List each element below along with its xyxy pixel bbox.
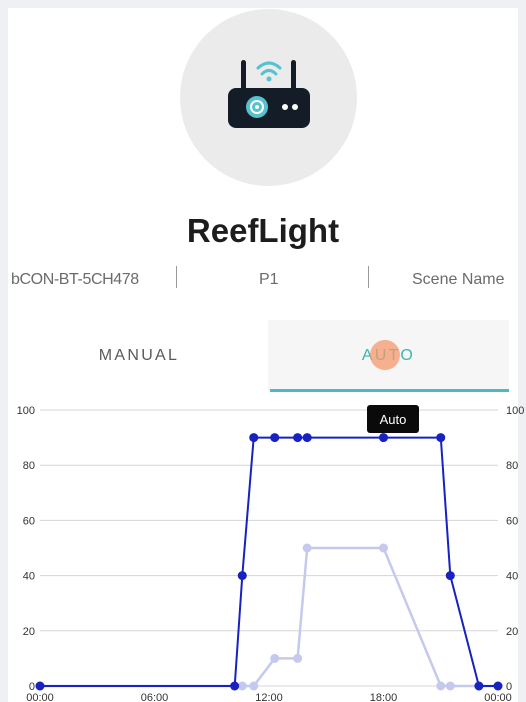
touch-indicator xyxy=(370,340,400,370)
top-border xyxy=(0,0,526,8)
data-point xyxy=(249,681,259,691)
y-tick-label-right: 100 xyxy=(506,405,524,417)
x-tick-label: 12:00 xyxy=(255,692,283,702)
data-point xyxy=(474,681,484,691)
series-line xyxy=(40,436,498,687)
data-point xyxy=(270,653,280,663)
data-point xyxy=(379,543,388,553)
data-point xyxy=(436,681,446,691)
data-point xyxy=(436,433,446,443)
data-point xyxy=(302,543,312,553)
chart-tooltip: Auto xyxy=(367,405,419,433)
data-point xyxy=(237,571,247,581)
device-avatar xyxy=(180,9,357,186)
scene-name[interactable]: Scene Name xyxy=(412,271,505,289)
y-tick-label-left: 60 xyxy=(23,515,35,527)
y-tick-label-left: 80 xyxy=(23,460,35,472)
data-point xyxy=(293,433,303,443)
data-point xyxy=(293,653,303,663)
x-tick-label: 00:00 xyxy=(26,692,54,702)
divider xyxy=(368,266,369,288)
schedule-chart[interactable]: 0 020 2040 4060 6080 80100 10000:00 06:00 12:00 1… xyxy=(0,395,526,702)
router-wifi-icon xyxy=(228,60,310,128)
tab-active-indicator xyxy=(270,389,509,392)
series-line xyxy=(40,546,498,688)
y-tick-label-right: 20 xyxy=(506,626,518,638)
divider xyxy=(176,266,177,288)
data-point xyxy=(493,681,503,691)
y-tick-label-left: 20 xyxy=(23,626,35,638)
x-tick-label: 18:00 xyxy=(370,692,398,702)
app-screen: ReefLight bCON-BT-5CH478 P1 Scene Name M… xyxy=(0,0,526,702)
y-tick-label-right: 80 xyxy=(506,460,518,472)
data-point xyxy=(445,681,455,691)
data-point xyxy=(249,433,259,443)
tab-manual[interactable]: MANUAL xyxy=(10,320,268,392)
data-point xyxy=(302,433,312,443)
profile-label: P1 xyxy=(259,271,279,288)
y-tick-label-right: 60 xyxy=(506,515,518,527)
y-tick-label-left: 40 xyxy=(23,571,35,583)
device-name: ReefLight xyxy=(186,212,340,249)
x-tick-label: 00:00 xyxy=(484,692,512,702)
x-tick-label: 06:00 xyxy=(141,692,169,702)
data-point xyxy=(379,433,388,443)
device-id: bCON-BT-5CH478 xyxy=(11,271,139,288)
y-tick-label-left: 100 xyxy=(17,405,35,417)
data-point xyxy=(230,681,240,691)
data-point xyxy=(445,571,455,581)
data-point xyxy=(35,681,45,691)
y-tick-label-right: 40 xyxy=(506,571,518,583)
data-point xyxy=(270,433,280,443)
